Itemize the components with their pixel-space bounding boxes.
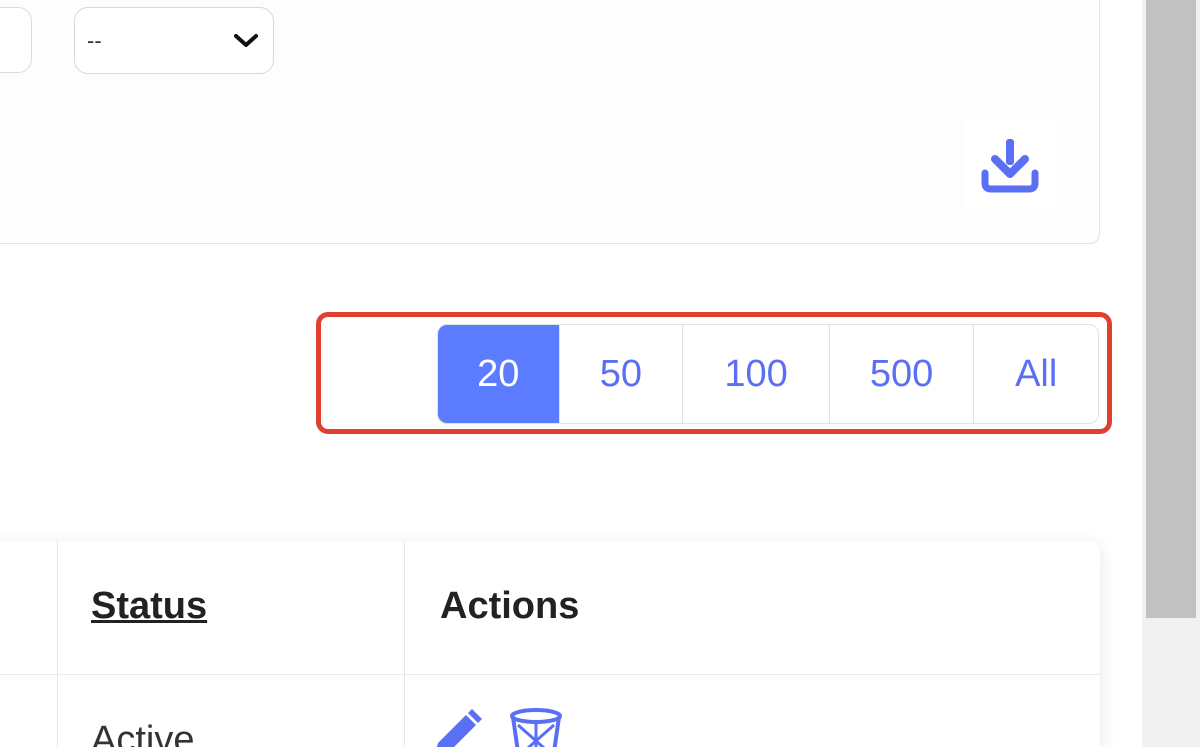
page-size-selector: 20 50 100 500 All xyxy=(437,324,1099,424)
page-size-100[interactable]: 100 xyxy=(683,325,830,423)
column-divider xyxy=(404,541,405,747)
page-size-20[interactable]: 20 xyxy=(438,325,560,423)
download-button[interactable] xyxy=(963,120,1057,214)
filter-select[interactable]: -- xyxy=(74,7,274,74)
status-cell: Active xyxy=(91,719,195,747)
chevron-down-icon xyxy=(233,32,259,50)
scrollbar-thumb[interactable] xyxy=(1146,0,1196,618)
pencil-icon[interactable] xyxy=(428,707,484,747)
trash-icon[interactable] xyxy=(508,707,564,747)
download-icon xyxy=(981,137,1039,198)
page-size-500[interactable]: 500 xyxy=(830,325,975,423)
page-size-all[interactable]: All xyxy=(974,325,1098,423)
column-header-actions: Actions xyxy=(440,585,580,627)
filter-input[interactable] xyxy=(0,7,32,73)
data-table: Status Actions Active xyxy=(0,541,1100,747)
main-content: -- 20 50 100 500 All Status Actions Acti… xyxy=(0,0,1142,747)
column-header-status[interactable]: Status xyxy=(91,585,207,628)
page-size-50[interactable]: 50 xyxy=(560,325,684,423)
filter-select-value: -- xyxy=(87,27,102,53)
column-divider xyxy=(57,541,58,747)
